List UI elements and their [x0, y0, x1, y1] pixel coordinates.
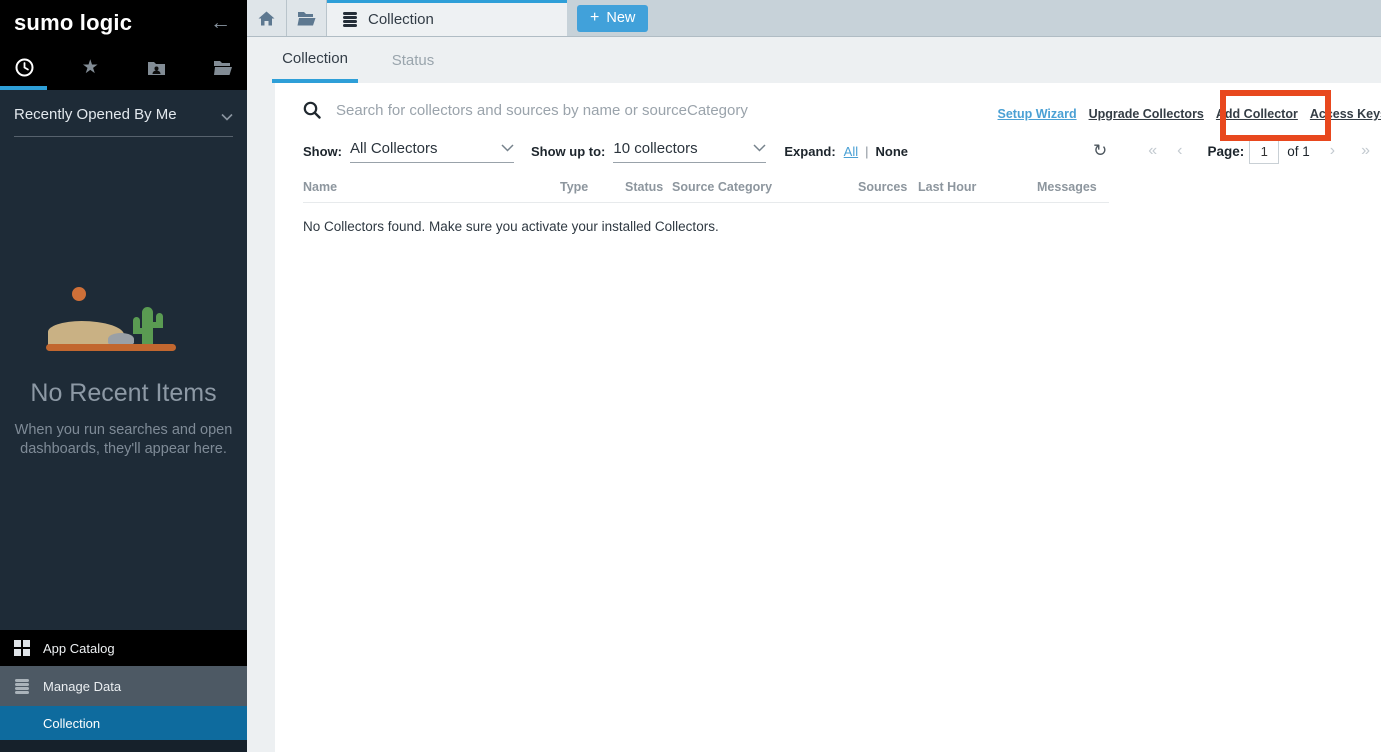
desert-illustration	[46, 287, 176, 351]
recently-opened-label: Recently Opened By Me	[14, 106, 177, 123]
search-input[interactable]	[336, 102, 956, 119]
subtab-bar: Collection Status	[247, 37, 1381, 83]
tab-collection[interactable]: Collection	[327, 0, 567, 36]
page-number-input[interactable]	[1249, 139, 1279, 164]
recents-clock-icon[interactable]	[14, 58, 34, 78]
home-icon	[258, 11, 275, 26]
database-icon	[13, 679, 30, 694]
sun-icon	[72, 287, 86, 301]
home-button[interactable]	[247, 0, 287, 36]
page-label: Page:	[1207, 144, 1244, 159]
sumo-logic-logo: sumo logic	[14, 10, 132, 36]
shared-content-icon[interactable]	[147, 58, 167, 78]
access-keys-link[interactable]: Access Keys	[1310, 107, 1381, 121]
app-window: sumo logic ← ★ Recently Opened By Me	[0, 0, 1381, 752]
chevron-down-icon	[753, 144, 766, 152]
upgrade-collectors-link[interactable]: Upgrade Collectors	[1089, 107, 1204, 121]
folder-icon	[297, 11, 316, 26]
add-collector-link[interactable]: Add Collector	[1216, 107, 1298, 121]
pagination: ↻ « ‹ Page: of 1 › »	[1093, 136, 1381, 166]
search-icon	[303, 101, 321, 119]
subtab-collection[interactable]: Collection	[272, 37, 358, 83]
expand-none-link[interactable]: None	[876, 144, 909, 159]
sidebar-item-collection[interactable]: Collection	[0, 706, 247, 740]
sidebar-bottom-menu: App Catalog Manage Data Collection	[0, 630, 247, 752]
action-links: Setup Wizard Upgrade Collectors Add Coll…	[998, 107, 1381, 121]
next-page-icon[interactable]: ›	[1330, 142, 1335, 160]
database-icon	[342, 12, 358, 27]
tab-collection-label: Collection	[368, 11, 434, 28]
column-header-status[interactable]: Status	[625, 180, 672, 194]
column-header-name[interactable]: Name	[303, 180, 560, 194]
last-page-icon[interactable]: »	[1361, 142, 1370, 160]
sidebar: sumo logic ← ★ Recently Opened By Me	[0, 0, 247, 752]
new-button-label: New	[606, 10, 635, 26]
sidebar-footer-strip	[0, 740, 247, 752]
library-button[interactable]	[287, 0, 327, 36]
prev-page-icon[interactable]: ‹	[1177, 142, 1182, 160]
subtab-status[interactable]: Status	[383, 37, 443, 83]
recently-opened-dropdown[interactable]: Recently Opened By Me	[14, 106, 233, 137]
no-recent-items-description: When you run searches and open dashboard…	[0, 421, 247, 459]
column-header-sources[interactable]: Sources	[858, 180, 918, 194]
empty-collectors-message: No Collectors found. Make sure you activ…	[303, 219, 1381, 234]
active-nav-indicator	[0, 86, 47, 90]
sidebar-item-manage-data[interactable]: Manage Data	[0, 666, 247, 706]
collection-panel: Setup Wizard Upgrade Collectors Add Coll…	[275, 83, 1381, 752]
new-button[interactable]: + New	[577, 5, 648, 32]
collapse-sidebar-icon[interactable]: ←	[210, 12, 231, 33]
library-folder-icon[interactable]	[213, 58, 233, 78]
expand-label: Expand:	[784, 144, 835, 159]
collectors-table-header: Name Type Status Source Category Sources…	[303, 180, 1109, 203]
expand-separator: |	[865, 144, 868, 159]
expand-all-link[interactable]: All	[844, 144, 858, 159]
favorites-star-icon[interactable]: ★	[80, 58, 100, 78]
column-header-messages[interactable]: Messages	[1037, 180, 1109, 194]
column-header-type[interactable]: Type	[560, 180, 625, 194]
sidebar-item-app-catalog[interactable]: App Catalog	[0, 630, 247, 666]
cactus-icon	[142, 307, 153, 345]
page-total-label: of 1	[1287, 144, 1310, 159]
setup-wizard-link[interactable]: Setup Wizard	[998, 107, 1077, 121]
collection-label: Collection	[43, 716, 100, 731]
ground-line	[46, 344, 176, 351]
column-header-source-category[interactable]: Source Category	[672, 180, 858, 194]
show-collectors-select[interactable]: All Collectors	[350, 140, 514, 163]
show-label: Show:	[303, 144, 342, 159]
refresh-icon[interactable]: ↻	[1093, 141, 1107, 161]
chevron-down-icon	[221, 113, 233, 121]
chevron-down-icon	[501, 144, 514, 152]
first-page-icon[interactable]: «	[1148, 142, 1157, 160]
top-tab-strip: Collection + New	[247, 0, 1381, 37]
show-up-to-select[interactable]: 10 collectors	[613, 140, 766, 163]
app-catalog-grid-icon	[13, 640, 30, 656]
show-up-to-label: Show up to:	[531, 144, 605, 159]
manage-data-label: Manage Data	[43, 679, 121, 694]
sidebar-header: sumo logic ← ★	[0, 0, 247, 90]
column-header-last-hour[interactable]: Last Hour	[918, 180, 1037, 194]
plus-icon: +	[590, 10, 599, 26]
content-area: Collection Status Setup Wizard Upgrade C…	[247, 37, 1381, 752]
app-catalog-label: App Catalog	[43, 641, 115, 656]
main-area: Collection + New Collection Status Setup…	[247, 0, 1381, 752]
no-recent-items-title: No Recent Items	[0, 379, 247, 408]
controls-row: Show: All Collectors Show up to: 10 coll…	[275, 136, 1381, 166]
